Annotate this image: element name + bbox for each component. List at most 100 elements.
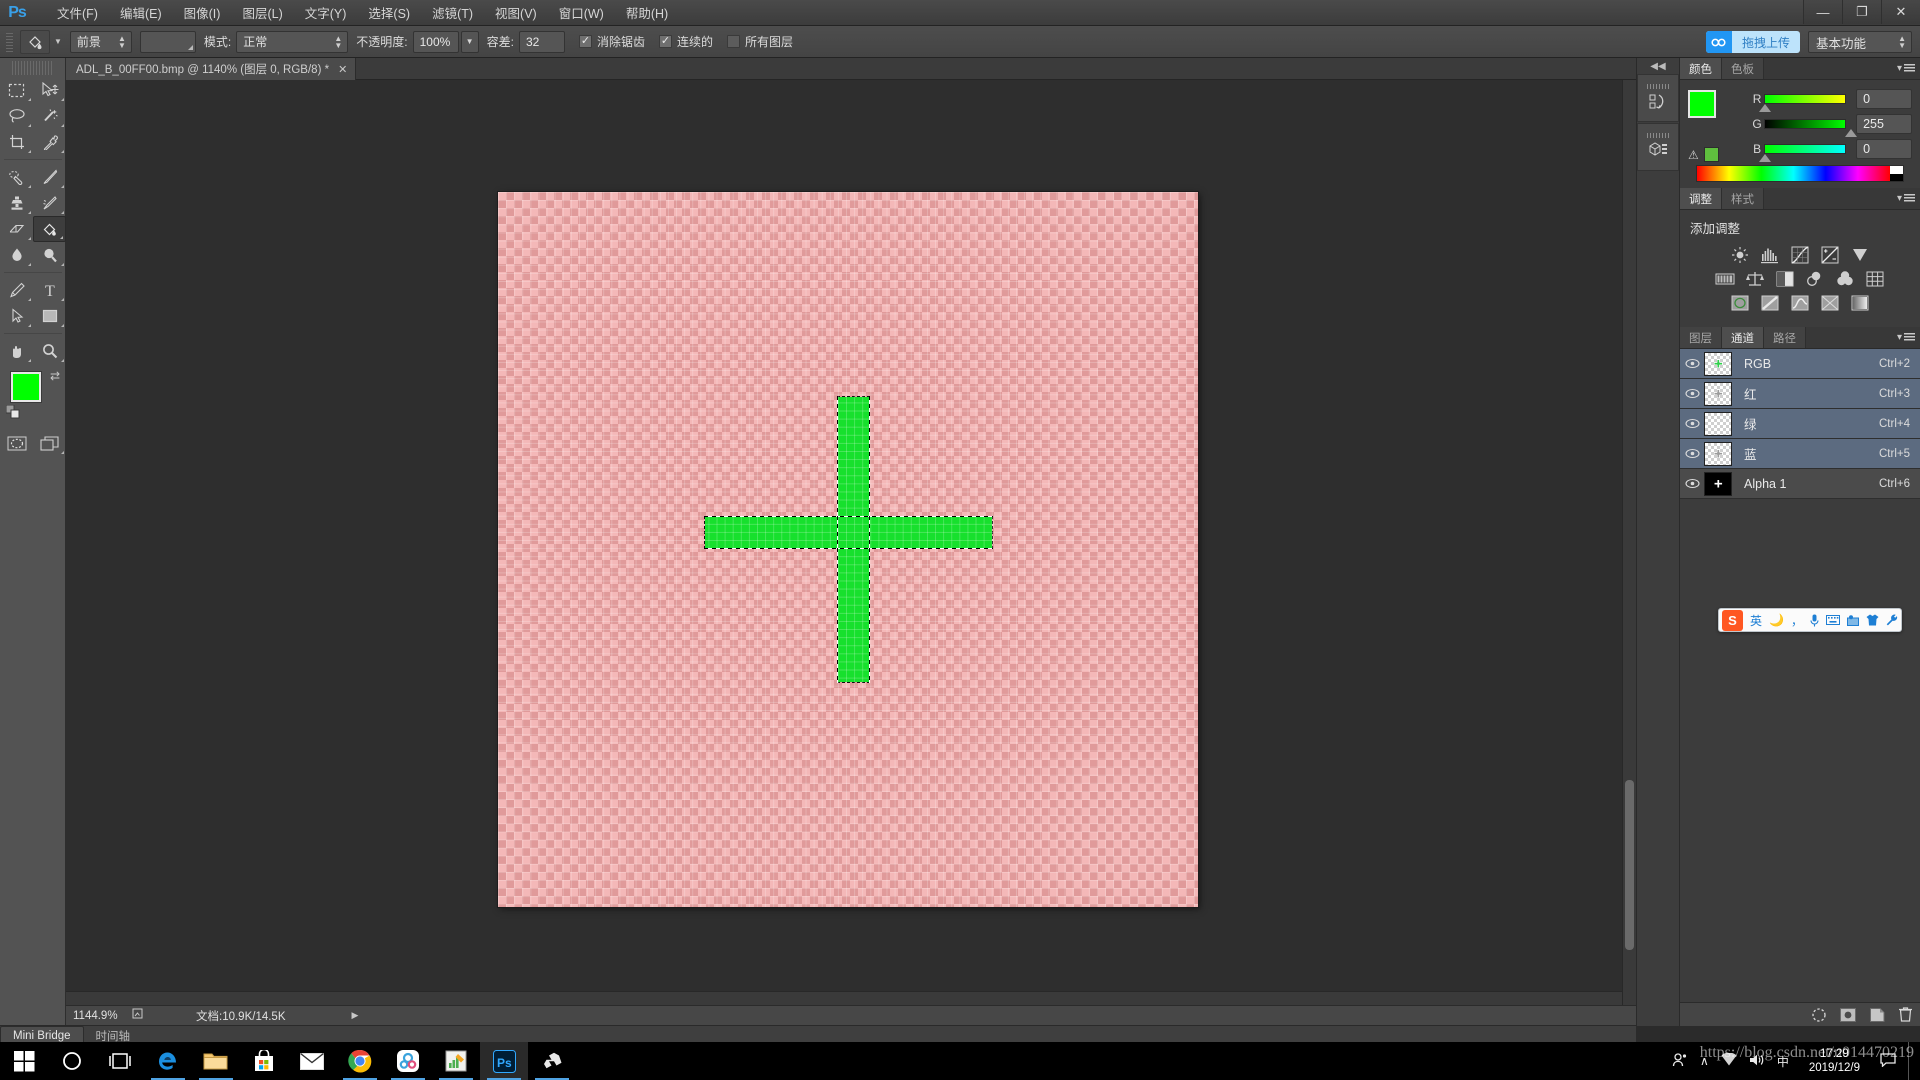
- tab-adjustments[interactable]: 调整: [1680, 188, 1722, 209]
- photo-filter-icon[interactable]: [1804, 269, 1826, 288]
- blur-tool[interactable]: [0, 242, 33, 268]
- mic-icon[interactable]: [1810, 614, 1819, 627]
- sogou-logo-icon[interactable]: S: [1722, 609, 1743, 631]
- channel-row-red[interactable]: + 红 Ctrl+3: [1680, 379, 1920, 409]
- drag-upload-button[interactable]: 拖拽上传: [1705, 31, 1800, 53]
- opacity-input[interactable]: 100%: [412, 30, 459, 53]
- menu-type[interactable]: 文字(Y): [294, 0, 358, 26]
- crop-tool[interactable]: [0, 129, 33, 155]
- blend-mode-select[interactable]: 正常 ▲ ▼: [236, 30, 349, 53]
- eye-icon[interactable]: [1680, 388, 1704, 399]
- status-menu-arrow-icon[interactable]: ▶: [352, 1010, 359, 1021]
- posterize-icon[interactable]: [1759, 293, 1781, 312]
- menu-edit[interactable]: 编辑(E): [109, 0, 173, 26]
- edge-button[interactable]: [144, 1042, 192, 1080]
- microsoft-store-button[interactable]: [240, 1042, 288, 1080]
- canvas-area[interactable]: [66, 80, 1636, 1005]
- channel-row-blue[interactable]: + 蓝 Ctrl+5: [1680, 439, 1920, 469]
- channel-thumbnail[interactable]: +: [1704, 441, 1732, 466]
- screen-mode-toggle[interactable]: [33, 430, 66, 456]
- menu-select[interactable]: 选择(S): [357, 0, 421, 26]
- rectangle-tool[interactable]: [33, 303, 66, 329]
- toolbox-icon[interactable]: [1846, 614, 1859, 626]
- pattern-swatch-select[interactable]: [139, 30, 196, 53]
- tab-styles[interactable]: 样式: [1722, 188, 1764, 209]
- photoshop-button[interactable]: Ps: [480, 1042, 528, 1080]
- start-button[interactable]: [0, 1042, 48, 1080]
- value-g[interactable]: 255: [1856, 113, 1912, 134]
- zoom-level[interactable]: 1144.9%: [66, 1010, 132, 1022]
- ime-language-toggle[interactable]: 英: [1750, 612, 1762, 629]
- rectangular-marquee-tool[interactable]: [0, 77, 33, 103]
- close-icon[interactable]: ✕: [338, 63, 347, 76]
- slider-g[interactable]: [1764, 118, 1858, 137]
- swap-colors-icon[interactable]: ⇄: [50, 369, 60, 383]
- unity-button[interactable]: [528, 1042, 576, 1080]
- toolbox-gripper[interactable]: [12, 61, 53, 75]
- antialias-checkbox[interactable]: ✓: [578, 35, 592, 48]
- eraser-tool[interactable]: [0, 216, 33, 242]
- history-panel-icon[interactable]: [1637, 74, 1679, 122]
- document-thumbnail-icon[interactable]: [132, 1008, 148, 1023]
- tool-preset-chevron-icon[interactable]: ▼: [54, 37, 62, 46]
- levels-icon[interactable]: [1759, 245, 1781, 264]
- gradient-map-icon[interactable]: [1819, 293, 1841, 312]
- paint-bucket-tool[interactable]: [33, 216, 66, 242]
- vibrance-icon[interactable]: [1849, 245, 1871, 264]
- channel-row-alpha1[interactable]: + Alpha 1 Ctrl+6: [1680, 469, 1920, 499]
- network-icon[interactable]: [1721, 1052, 1737, 1069]
- keyboard-icon[interactable]: [1825, 615, 1840, 625]
- delete-channel-icon[interactable]: [1899, 1007, 1912, 1022]
- chrome-button[interactable]: [336, 1042, 384, 1080]
- slider-b[interactable]: [1759, 143, 1847, 162]
- restore-button[interactable]: ❐: [1842, 0, 1881, 24]
- notepadpp-button[interactable]: [432, 1042, 480, 1080]
- panel-menu-icon[interactable]: ▾: [1897, 63, 1915, 74]
- notification-icon[interactable]: [1880, 1052, 1896, 1070]
- slider-r[interactable]: [1759, 93, 1847, 112]
- type-tool[interactable]: T: [33, 277, 66, 303]
- menu-view[interactable]: 视图(V): [484, 0, 548, 26]
- fill-source-select[interactable]: 前景 ▲ ▼: [69, 30, 132, 53]
- value-b[interactable]: 0: [1856, 138, 1912, 159]
- color-lookup-icon[interactable]: [1864, 269, 1886, 288]
- channel-thumbnail[interactable]: +: [1704, 381, 1732, 406]
- volume-icon[interactable]: [1749, 1053, 1765, 1070]
- save-selection-as-channel-icon[interactable]: [1840, 1007, 1856, 1022]
- exposure-icon[interactable]: [1819, 245, 1841, 264]
- paint-bucket-icon[interactable]: [20, 29, 50, 54]
- eye-icon[interactable]: [1680, 358, 1704, 369]
- quick-mask-toggle[interactable]: [0, 430, 33, 456]
- tab-channels[interactable]: 通道: [1722, 327, 1764, 348]
- tab-layers[interactable]: 图层: [1680, 327, 1722, 348]
- brush-tool[interactable]: [33, 164, 66, 190]
- magic-wand-tool[interactable]: [33, 103, 66, 129]
- tab-paths[interactable]: 路径: [1764, 327, 1806, 348]
- channel-mixer-icon[interactable]: [1834, 269, 1856, 288]
- curves-icon[interactable]: [1789, 245, 1811, 264]
- all-layers-checkbox-group[interactable]: ✓ 所有图层: [726, 33, 793, 50]
- zoom-tool[interactable]: [33, 338, 66, 364]
- threshold-icon[interactable]: [1789, 293, 1811, 312]
- lasso-tool[interactable]: [0, 103, 33, 129]
- ime-indicator[interactable]: 中: [1777, 1053, 1789, 1070]
- selective-color-icon[interactable]: [1849, 293, 1871, 312]
- channel-thumbnail[interactable]: +: [1704, 351, 1732, 376]
- eye-icon[interactable]: [1680, 418, 1704, 429]
- color-balance-icon[interactable]: [1744, 269, 1766, 288]
- people-icon[interactable]: [1672, 1052, 1688, 1070]
- color-panel-foreground-swatch[interactable]: [1688, 90, 1716, 118]
- spot-healing-brush-tool[interactable]: [0, 164, 33, 190]
- invert-icon[interactable]: [1729, 293, 1751, 312]
- taskbar-clock[interactable]: 17:29 2019/12/9: [1801, 1047, 1868, 1075]
- pen-tool[interactable]: [0, 277, 33, 303]
- menu-window[interactable]: 窗口(W): [548, 0, 615, 26]
- mail-button[interactable]: [288, 1042, 336, 1080]
- collapse-panels-icon[interactable]: ◀◀: [1637, 58, 1679, 74]
- contiguous-checkbox-group[interactable]: ✓ 连续的: [658, 33, 713, 50]
- comma-icon[interactable]: ，: [1791, 612, 1803, 629]
- gamut-warning[interactable]: ⚠: [1688, 147, 1719, 162]
- tab-color[interactable]: 颜色: [1680, 58, 1722, 79]
- eye-icon[interactable]: [1680, 478, 1704, 489]
- menu-layer[interactable]: 图层(L): [231, 0, 293, 26]
